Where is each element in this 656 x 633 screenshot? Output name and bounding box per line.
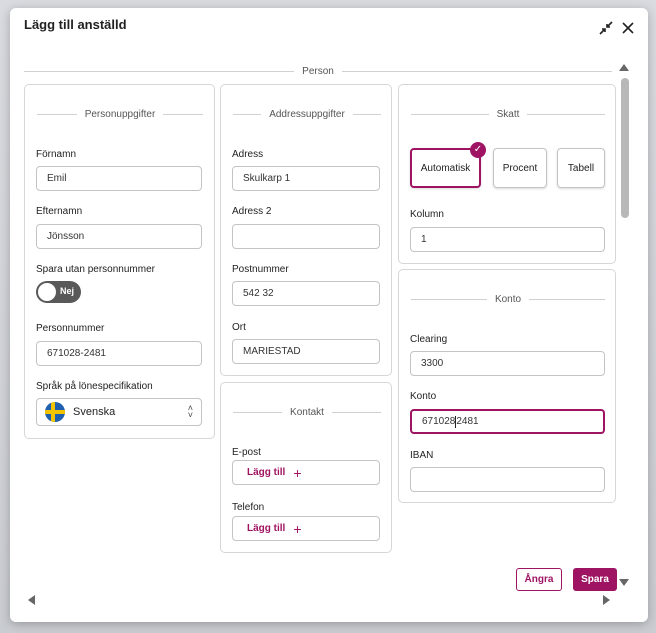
tax-option-table[interactable]: Tabell [557,148,605,188]
account-card: Konto Clearing 3300 Konto 671028 2481 IBA… [398,269,616,503]
phone-label: Telefon [232,502,265,513]
account-label: Konto [410,391,437,402]
contact-heading: Kontakt [233,407,382,418]
plus-icon: + [293,520,302,537]
last-name-label: Efternamn [36,206,83,217]
personal-card: Personuppgifter Förnamn Emil Efternamn J… [24,84,215,439]
add-phone-button[interactable]: Lägg till + [232,516,380,541]
postal-code-label: Postnummer [232,264,289,275]
ssn-field[interactable]: 671028-2481 [36,341,202,366]
language-value: Svenska [73,406,116,418]
add-employee-modal: Lägg till anställd Person Personuppgifte… [10,8,648,622]
ssn-label: Personnummer [36,323,105,334]
iban-field[interactable] [410,467,605,492]
address-field[interactable]: Skulkarp 1 [232,166,380,191]
city-label: Ort [232,322,246,333]
plus-icon: + [293,464,302,481]
language-label: Språk på lönespecifikation [36,381,153,392]
compress-icon[interactable] [598,20,614,36]
undo-button[interactable]: Ångra [516,568,562,591]
contact-card: Kontakt E-post Lägg till + Telefon Lägg t… [220,382,392,553]
clearing-field[interactable]: 3300 [410,351,605,376]
column-field[interactable]: 1 [410,227,605,252]
account-field[interactable]: 671028 2481 [410,409,605,434]
address-label: Adress [232,149,264,160]
personal-heading: Personuppgifter [37,109,204,120]
account-heading: Konto [411,294,606,305]
city-field[interactable]: MARIESTAD [232,339,380,364]
postal-code-field[interactable]: 542 32 [232,281,380,306]
tax-heading: Skatt [411,109,606,120]
chevron-updown-icon: ˄ ˅ [187,403,193,420]
column-label: Kolumn [410,209,444,220]
scroll-right-arrow-icon[interactable] [603,595,610,605]
toggle-text: Nej [60,286,75,296]
modal-title: Lägg till anställd [24,17,127,32]
section-divider-person: Person [24,66,612,77]
first-name-label: Förnamn [36,149,77,160]
last-name-field[interactable]: Jönsson [36,224,202,249]
iban-label: IBAN [410,450,434,461]
close-icon[interactable] [620,20,636,36]
tax-option-percent[interactable]: Procent [493,148,547,188]
tax-card: Skatt Automatisk ✓ Procent Tabell Kolumn… [398,84,616,264]
scroll-up-arrow-icon[interactable] [619,64,629,71]
address-heading: Addressuppgifter [233,109,382,120]
address2-label: Adress 2 [232,206,272,217]
save-button[interactable]: Spara [573,568,617,591]
toggle-knob [38,283,56,301]
language-select[interactable]: Svenska ˄ ˅ [36,398,202,426]
scroll-left-arrow-icon[interactable] [28,595,35,605]
scroll-down-arrow-icon[interactable] [619,579,629,586]
no-ssn-toggle[interactable]: Nej [36,281,81,303]
first-name-field[interactable]: Emil [36,166,202,191]
sweden-flag-icon [45,402,65,422]
address2-field[interactable] [232,224,380,249]
add-email-button[interactable]: Lägg till + [232,460,380,485]
clearing-label: Clearing [410,334,448,345]
email-label: E-post [232,447,261,458]
address-card: Addressuppgifter Adress Skulkarp 1 Adres… [220,84,392,376]
no-ssn-label: Spara utan personnummer [36,264,155,275]
check-icon: ✓ [470,142,486,158]
vertical-scrollbar-thumb[interactable] [621,78,629,218]
